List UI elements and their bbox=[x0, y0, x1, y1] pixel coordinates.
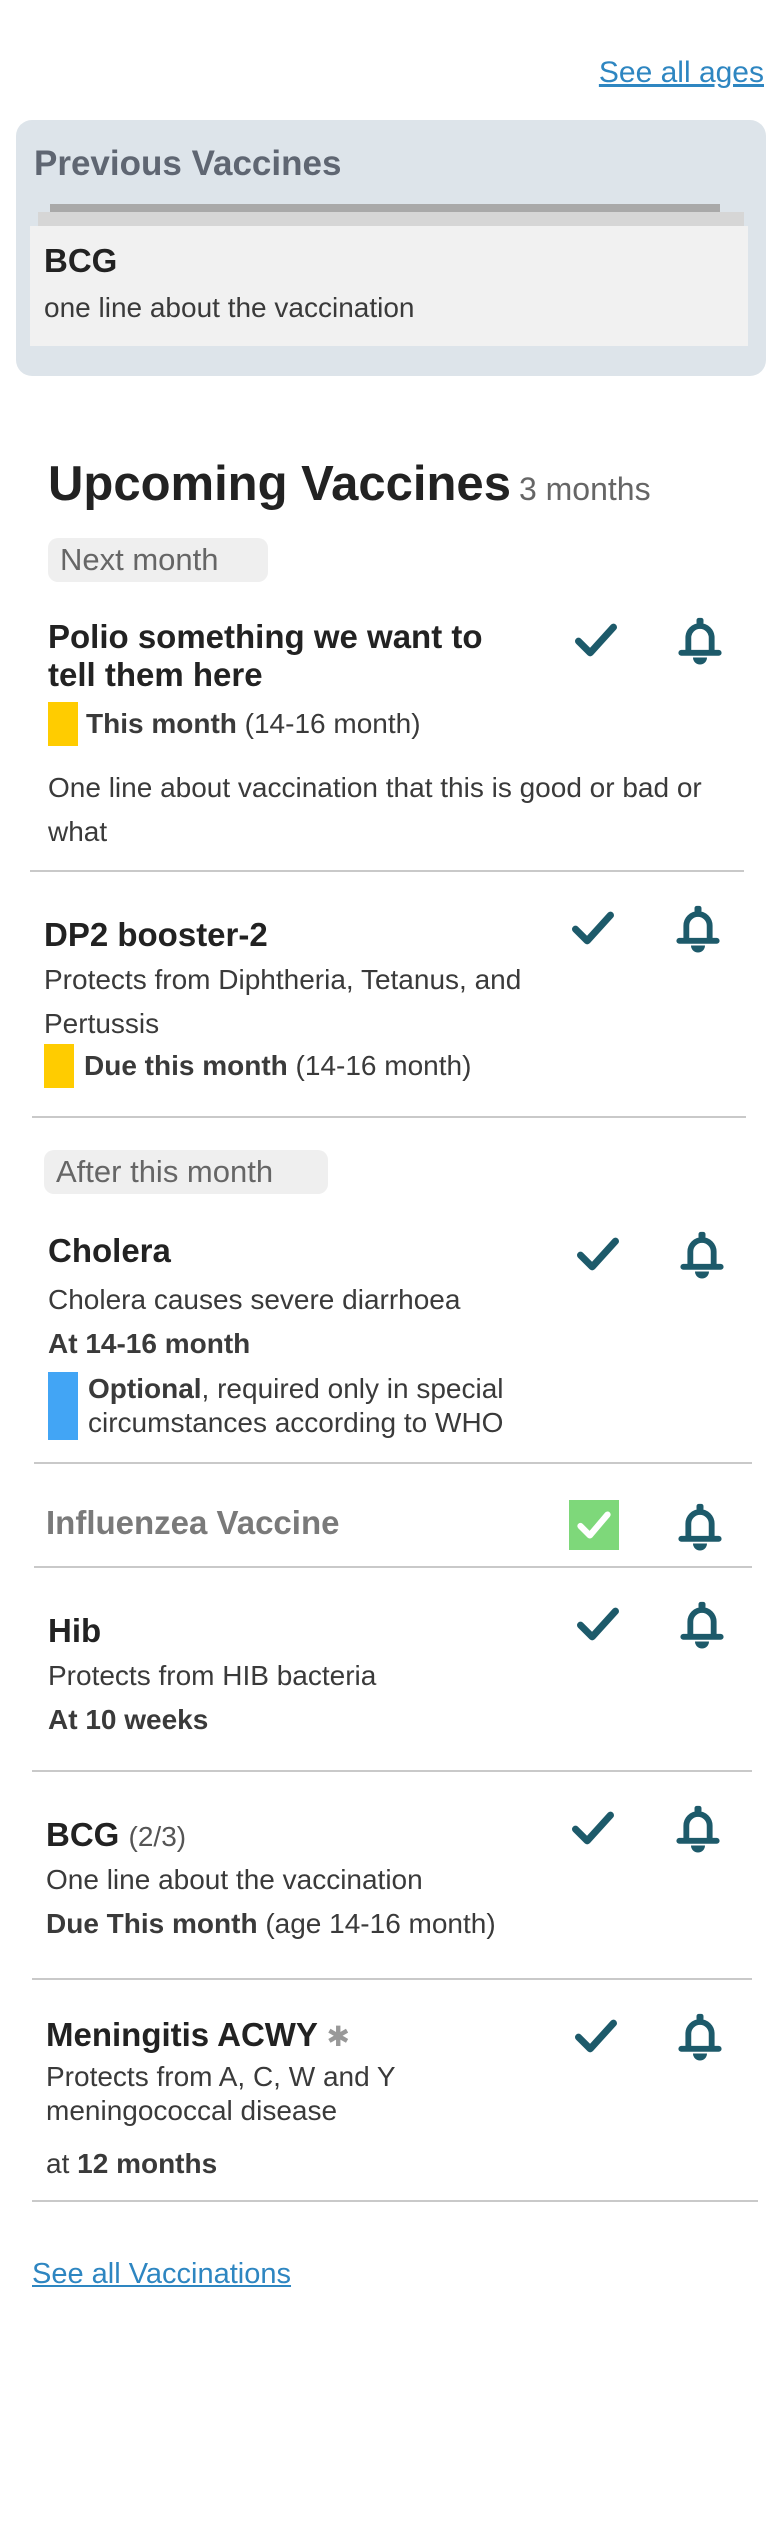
previous-vaccine-name: BCG bbox=[44, 242, 118, 279]
vaccine-optional-note: Optional, required only in special circu… bbox=[88, 1373, 504, 1438]
upcoming-age: 3 months bbox=[518, 471, 651, 507]
divider bbox=[30, 870, 744, 872]
vaccine-description: One line about vaccination that this is … bbox=[48, 772, 702, 847]
vaccine-description: Protects from HIB bacteria bbox=[48, 1660, 377, 1691]
section-chip-after-this-month: After this month bbox=[44, 1150, 328, 1194]
divider bbox=[32, 1978, 752, 1980]
vaccine-name-completed: Influenzea Vaccine bbox=[46, 1504, 340, 1541]
divider bbox=[34, 1462, 752, 1464]
previous-vaccine-description: one line about the vaccination bbox=[44, 292, 415, 323]
upcoming-title: Upcoming Vaccines bbox=[48, 457, 511, 511]
divider bbox=[32, 1770, 752, 1772]
section-chip-next-month: Next month bbox=[48, 538, 268, 582]
vaccine-due: This month (14-16 month) bbox=[86, 708, 421, 739]
vaccine-name: Polio something we want to tell them her… bbox=[48, 618, 483, 693]
divider bbox=[32, 2200, 758, 2202]
vaccine-name: DP2 booster-2 bbox=[44, 916, 268, 953]
vaccine-due: Due this month (14-16 month) bbox=[84, 1050, 472, 1081]
check-icon[interactable] bbox=[565, 1800, 621, 1856]
vaccine-due: at 12 months bbox=[46, 2148, 218, 2179]
checked-checkbox-icon[interactable] bbox=[569, 1500, 619, 1550]
see-all-vaccinations-link[interactable]: See all Vaccinations bbox=[32, 2258, 291, 2291]
divider bbox=[34, 1566, 752, 1568]
check-icon[interactable] bbox=[568, 2008, 624, 2064]
status-flag-yellow bbox=[44, 1044, 74, 1088]
bell-icon[interactable] bbox=[672, 612, 728, 668]
vaccine-description: Protects from Diphtheria, Tetanus, and P… bbox=[44, 964, 522, 1039]
asterisk-icon: ✱ bbox=[326, 2021, 350, 2052]
status-flag-yellow bbox=[48, 702, 78, 746]
divider bbox=[32, 1116, 746, 1118]
check-icon[interactable] bbox=[568, 612, 624, 668]
upcoming-header: Upcoming Vaccines 3 months bbox=[48, 456, 651, 512]
vaccine-dose: (2/3) bbox=[128, 1821, 187, 1852]
previous-vaccines-panel: Previous Vaccines BCG one line about the… bbox=[16, 120, 766, 376]
vaccine-due: At 14-16 month bbox=[48, 1328, 251, 1359]
vaccine-name: Cholera bbox=[48, 1232, 171, 1269]
previous-vaccine-card[interactable]: BCG one line about the vaccination bbox=[30, 226, 748, 346]
bell-icon[interactable] bbox=[672, 2008, 728, 2064]
see-all-ages-link[interactable]: See all ages bbox=[599, 56, 764, 90]
bell-icon[interactable] bbox=[670, 900, 726, 956]
bell-icon[interactable] bbox=[674, 1226, 730, 1282]
vaccine-name: Hib bbox=[48, 1612, 102, 1649]
check-icon[interactable] bbox=[565, 900, 621, 956]
vaccine-description: Cholera causes severe diarrhoea bbox=[48, 1284, 461, 1315]
bell-icon[interactable] bbox=[672, 1498, 728, 1554]
vaccine-due: Due This month (age 14-16 month) bbox=[46, 1908, 496, 1939]
card-stack-back bbox=[38, 212, 744, 226]
vaccine-due: At 10 weeks bbox=[48, 1704, 209, 1735]
vaccine-name: BCG (2/3) bbox=[46, 1816, 187, 1853]
bell-icon[interactable] bbox=[674, 1596, 730, 1652]
check-icon[interactable] bbox=[570, 1596, 626, 1652]
vaccine-name: Meningitis ACWY ✱ bbox=[46, 2016, 350, 2053]
vaccine-description: One line about the vaccination bbox=[46, 1864, 423, 1895]
check-icon[interactable] bbox=[570, 1226, 626, 1282]
bell-icon[interactable] bbox=[670, 1800, 726, 1856]
status-flag-blue bbox=[48, 1372, 78, 1440]
vaccine-description: Protects from A, C, W and Y meningococca… bbox=[46, 2061, 396, 2126]
previous-vaccines-title: Previous Vaccines bbox=[34, 144, 342, 183]
